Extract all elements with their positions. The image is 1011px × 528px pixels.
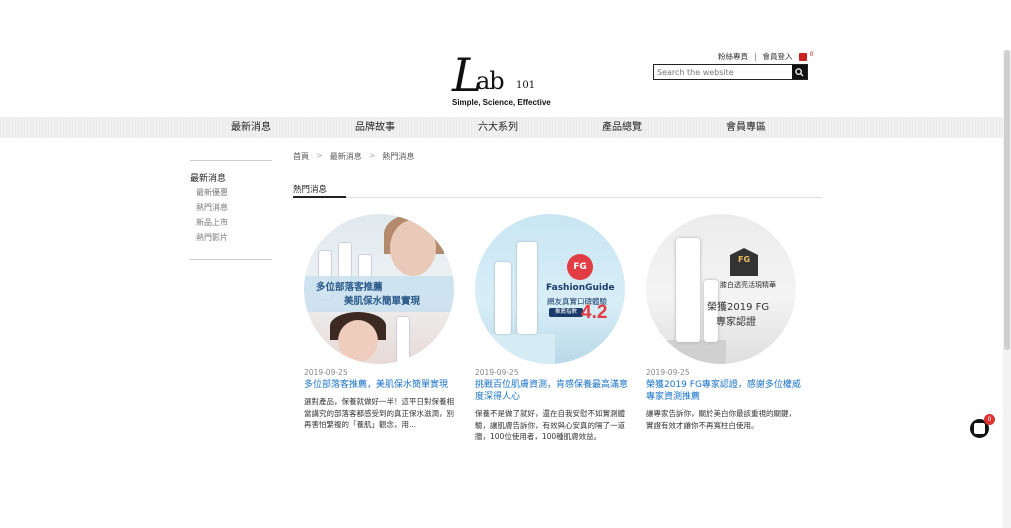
image-headline: 榮獲2019 FG — [707, 302, 770, 313]
breadcrumb-current: 熱門消息 — [382, 152, 415, 161]
cart-icon — [974, 423, 985, 434]
search-input[interactable] — [654, 65, 792, 79]
fg-shield-icon: FG — [730, 248, 758, 276]
image-brand-text: FashionGuide — [546, 283, 615, 293]
sidebar-top-divider — [190, 160, 272, 161]
brand-logo[interactable]: L ab 101 Simple, Science, Effective — [452, 52, 552, 110]
product-bottle-image — [495, 262, 511, 334]
product-bottle-image — [517, 242, 537, 334]
image-headline: 多位部落客推薦 — [316, 282, 383, 293]
breadcrumb: 首頁 > 最新消息 > 熱門消息 — [293, 151, 414, 162]
nav-six-series[interactable]: 六大系列 — [478, 117, 518, 138]
news-excerpt: 讓專家告訴你，關於美白你最該重視的關鍵，實證有效才讓你不再寬柱白使用。 — [646, 409, 796, 430]
nav-news[interactable]: 最新消息 — [231, 117, 271, 138]
member-login-link[interactable]: 會員登入 — [763, 51, 793, 62]
image-subheadline: 專家認證 — [716, 317, 756, 328]
search-icon — [795, 67, 804, 77]
product-stand — [662, 340, 726, 364]
logo-number: 101 — [516, 80, 536, 91]
news-date: 2019-09-25 — [304, 368, 348, 377]
logo-tagline: Simple, Science, Effective — [452, 98, 551, 107]
product-bottle-image — [396, 316, 410, 364]
news-card[interactable]: FG 膝白透亮活現精華 榮獲2019 FG 專家認證 2019-09-25 榮獲… — [646, 214, 801, 431]
search-button[interactable] — [792, 65, 807, 79]
sidebar-item-hot-videos[interactable]: 熱門影片 — [196, 232, 272, 244]
breadcrumb-news[interactable]: 最新消息 — [330, 151, 362, 162]
news-card-image[interactable]: FG 膝白透亮活現精華 榮獲2019 FG 專家認證 — [646, 214, 796, 364]
news-card[interactable]: FG FashionGuide 網友真實口碑體驗 推薦指數 4.2 2019-0… — [475, 214, 630, 443]
top-links-separator: | — [754, 52, 757, 61]
breadcrumb-separator: > — [316, 151, 323, 160]
breadcrumb-home[interactable]: 首頁 — [293, 151, 309, 162]
section-divider — [346, 197, 822, 198]
sidebar-title: 最新消息 — [190, 174, 227, 184]
fan-page-link[interactable]: 粉絲專頁 — [718, 51, 748, 62]
sidebar-item-hot-news[interactable]: 熱門消息 — [196, 202, 272, 214]
news-excerpt: 選對產品，保養就做好一半！這平日對保養相當講究的部落客都感受到的真正保水滋潤，別… — [304, 397, 454, 429]
main-nav: 最新消息 品牌故事 六大系列 產品總覽 會員專區 — [0, 117, 1011, 138]
news-excerpt: 保養不是做了就好，還在自我安慰不如實測體驗，讓肌膚告訴你，有效與心安真的隔了一道… — [475, 409, 625, 441]
floating-cart-count: 0 — [984, 414, 995, 425]
news-card[interactable]: 多位部落客推薦 美肌保水簡單實現 2019-09-25 多位部落客推薦，美肌保水… — [304, 214, 459, 431]
cart-count: 0 — [809, 50, 814, 58]
shopping-bag-icon — [798, 52, 807, 61]
news-title-link[interactable]: 挑戰百位肌膚資測，肯感保養最高滿意度深得人心 — [475, 379, 630, 403]
sidebar-item-promotions[interactable]: 最新優惠 — [196, 187, 272, 199]
news-card-image[interactable]: 多位部落客推薦 美肌保水簡單實現 — [304, 214, 454, 364]
sidebar-bottom-divider — [190, 259, 272, 260]
blogger-photo — [338, 320, 378, 362]
product-stand — [485, 334, 555, 364]
floating-cart-button[interactable]: 0 — [970, 414, 995, 438]
news-date: 2019-09-25 — [646, 368, 690, 377]
logo-ab: ab — [476, 67, 505, 95]
rating-score: 4.2 — [581, 302, 608, 323]
breadcrumb-separator: > — [368, 151, 376, 160]
section-title: 熱門消息 — [293, 185, 328, 195]
cart-icon[interactable]: 0 — [798, 51, 813, 62]
nav-products[interactable]: 產品總覽 — [602, 117, 642, 138]
image-subheadline: 美肌保水簡單實現 — [344, 296, 421, 307]
news-date: 2019-09-25 — [475, 368, 519, 377]
sidebar-item-new-arrivals[interactable]: 新品上市 — [196, 217, 272, 229]
fg-badge-icon: FG — [567, 254, 593, 280]
rating-label: 推薦指數 — [549, 308, 583, 317]
nav-member-zone[interactable]: 會員專區 — [726, 117, 766, 138]
section-title-underline — [293, 196, 346, 198]
news-title-link[interactable]: 榮獲2019 FG專家認證，感謝多位權威專家資測推薦 — [646, 379, 801, 403]
news-title-link[interactable]: 多位部落客推薦，美肌保水簡單實現 — [304, 379, 459, 391]
search-box — [653, 64, 808, 80]
blogger-photo — [390, 220, 436, 276]
page-scrollbar[interactable] — [1003, 50, 1011, 528]
image-product-label: 膝白透亮活現精華 — [720, 281, 776, 289]
top-links: 粉絲專頁 | 會員登入 0 — [718, 51, 813, 62]
nav-brand-story[interactable]: 品牌故事 — [355, 117, 395, 138]
scrollbar-thumb[interactable] — [1004, 50, 1010, 350]
product-bottle-image — [676, 238, 700, 342]
news-card-image[interactable]: FG FashionGuide 網友真實口碑體驗 推薦指數 4.2 — [475, 214, 625, 364]
sidebar: 最新消息 最新優惠 熱門消息 新品上市 熱門影片 — [190, 160, 272, 260]
